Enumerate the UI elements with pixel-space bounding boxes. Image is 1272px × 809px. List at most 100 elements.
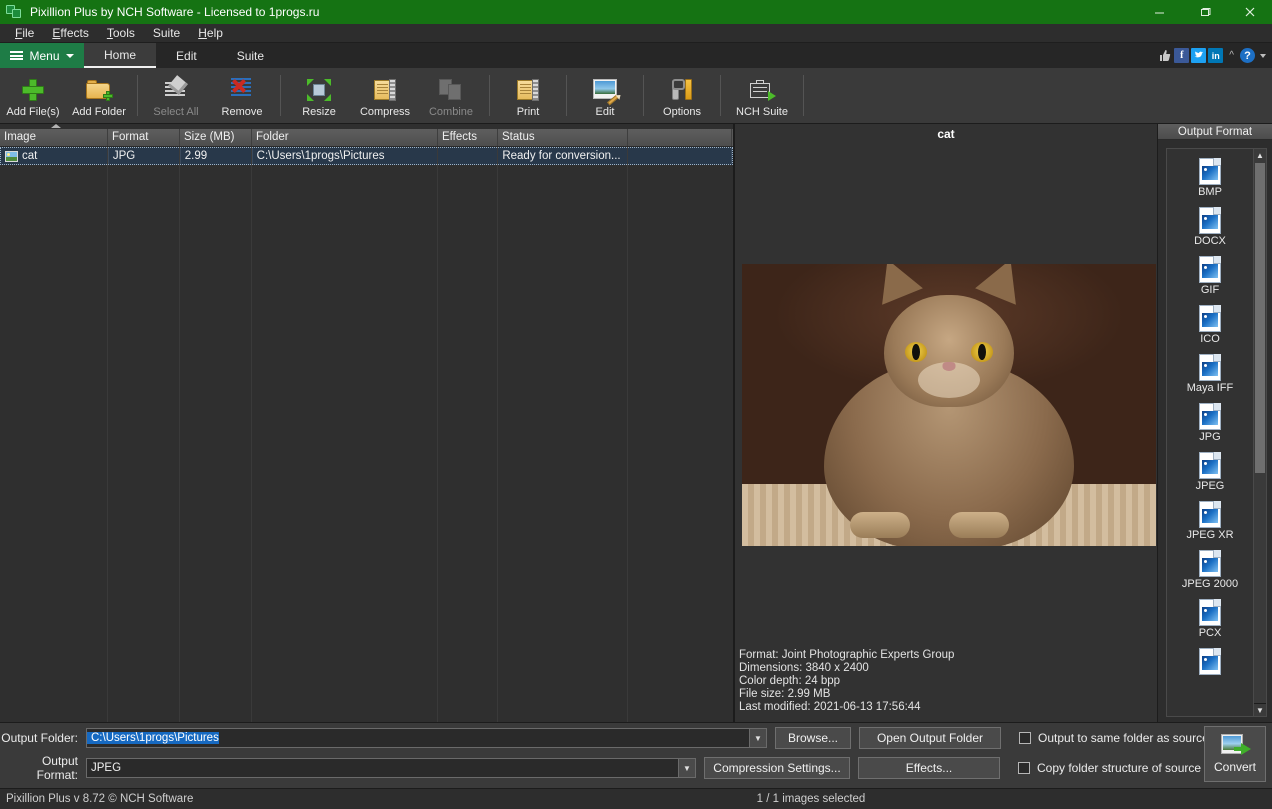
toolbar-separator (720, 75, 721, 116)
column-header-folder[interactable]: Folder (252, 129, 438, 146)
file-image-icon (1199, 207, 1221, 234)
help-icon[interactable]: ? (1240, 48, 1255, 63)
column-header-spacer[interactable] (628, 129, 732, 146)
output-format-item-gif[interactable]: GIF (1167, 251, 1253, 300)
browse-button[interactable]: Browse... (775, 727, 851, 749)
output-format-row: Output Format: JPEG ▼ Compression Settin… (0, 757, 1272, 779)
chevron-down-icon[interactable]: ▼ (749, 729, 766, 747)
select-all-button[interactable]: Select All (143, 68, 209, 123)
help-dropdown-icon[interactable] (1260, 54, 1266, 58)
output-format-value[interactable]: JPEG (87, 762, 121, 774)
bottom-panel: Output Folder: C:\Users\1progs\Pictures … (0, 722, 1272, 788)
file-image-icon (1199, 648, 1221, 675)
chevron-down-icon[interactable]: ▼ (678, 759, 695, 777)
output-folder-combobox[interactable]: C:\Users\1progs\Pictures ▼ (86, 728, 767, 748)
column-header-format[interactable]: Format (108, 129, 180, 146)
chevron-up-icon[interactable]: ^ (1229, 50, 1234, 61)
checkbox-copy-structure[interactable] (1018, 762, 1030, 774)
open-output-folder-button[interactable]: Open Output Folder (859, 727, 1001, 749)
convert-icon (1221, 734, 1249, 756)
output-format-item-jpg[interactable]: JPG (1167, 398, 1253, 447)
toolbar-separator (489, 75, 490, 116)
checkbox-copy-structure-row[interactable]: Copy folder structure of source files (1018, 761, 1226, 775)
social-links: f in ^ ? (1157, 43, 1266, 68)
column-header-size[interactable]: Size (MB) (180, 129, 252, 146)
column-header-status[interactable]: Status (498, 129, 628, 146)
menu-item-suite[interactable]: Suite (144, 24, 189, 43)
combine-button[interactable]: Combine (418, 68, 484, 123)
compression-settings-button[interactable]: Compression Settings... (704, 757, 850, 779)
output-folder-label: Output Folder: (0, 731, 86, 745)
ribbon-tab-strip: Menu Home Edit Suite f in ^ ? (0, 43, 1272, 68)
toolbar-separator (803, 75, 804, 116)
scrollbar-thumb[interactable] (1255, 163, 1265, 473)
remove-button[interactable]: Remove (209, 68, 275, 123)
meta-file-size: File size: 2.99 MB (739, 688, 954, 701)
title-bar: Pixillion Plus by NCH Software - License… (0, 0, 1272, 24)
add-folder-button[interactable]: Add Folder (66, 68, 132, 123)
output-format-item-docx[interactable]: DOCX (1167, 202, 1253, 251)
menu-button[interactable]: Menu (0, 43, 84, 68)
output-format-item-ico[interactable]: ICO (1167, 300, 1253, 349)
facebook-icon[interactable]: f (1174, 48, 1189, 63)
close-icon[interactable] (1227, 0, 1272, 24)
convert-button[interactable]: Convert (1204, 726, 1266, 782)
effects-button[interactable]: Effects... (858, 757, 1000, 779)
add-files-button[interactable]: Add File(s) (0, 68, 66, 123)
menu-button-label: Menu (29, 49, 59, 63)
file-image-icon (1199, 354, 1221, 381)
edit-button[interactable]: Edit (572, 68, 638, 123)
twitter-icon[interactable] (1191, 48, 1206, 63)
nch-suite-button[interactable]: NCH Suite (726, 68, 798, 123)
menu-item-help[interactable]: Help (189, 24, 232, 43)
output-format-item-pcx[interactable]: PCX (1167, 594, 1253, 643)
output-format-item-jpeg-xr[interactable]: JPEG XR (1167, 496, 1253, 545)
menu-item-effects[interactable]: Effects (43, 24, 97, 43)
resize-button[interactable]: Resize (286, 68, 352, 123)
output-format-item-bmp[interactable]: BMP (1167, 153, 1253, 202)
output-format-item-jpeg[interactable]: JPEG (1167, 447, 1253, 496)
tab-suite[interactable]: Suite (217, 43, 284, 68)
options-button[interactable]: Options (649, 68, 715, 123)
file-list-header: Image Format Size (MB) Folder Effects St… (0, 129, 733, 147)
menu-bar: File Effects Tools Suite Help (0, 24, 1272, 43)
output-format-scrollbar[interactable]: ▲ ▼ (1253, 149, 1266, 716)
tab-home[interactable]: Home (84, 43, 156, 68)
meta-dimensions: Dimensions: 3840 x 2400 (739, 662, 954, 675)
print-button[interactable]: Print (495, 68, 561, 123)
select-all-icon (165, 77, 187, 103)
output-format-header: Output Format (1158, 124, 1272, 140)
output-format-combobox[interactable]: JPEG ▼ (86, 758, 696, 778)
minimize-icon[interactable] (1137, 0, 1182, 24)
ribbon-toolbar: Add File(s) Add Folder Select All Remove… (0, 68, 1272, 124)
menu-item-tools[interactable]: Tools (98, 24, 144, 43)
output-format-item-jpeg-2000[interactable]: JPEG 2000 (1167, 545, 1253, 594)
checkbox-same-folder[interactable] (1019, 732, 1031, 744)
column-header-image[interactable]: Image (0, 129, 108, 146)
thumbs-up-icon[interactable] (1157, 48, 1172, 63)
main-content: Image Format Size (MB) Folder Effects St… (0, 124, 1272, 722)
menu-item-file-rest: ile (22, 26, 34, 40)
file-list-panel: Image Format Size (MB) Folder Effects St… (0, 124, 734, 722)
window-controls (1137, 0, 1272, 24)
meta-format: Format: Joint Photographic Experts Group (739, 649, 954, 662)
output-folder-value[interactable]: C:\Users\1progs\Pictures (87, 732, 219, 744)
scroll-down-icon[interactable]: ▼ (1254, 703, 1266, 716)
scroll-up-icon[interactable]: ▲ (1254, 149, 1266, 162)
checkbox-same-folder-row[interactable]: Output to same folder as source files (1019, 731, 1233, 745)
compress-icon (374, 77, 396, 103)
toolbar-separator (137, 75, 138, 116)
compress-button[interactable]: Compress (352, 68, 418, 123)
menu-item-file[interactable]: File (6, 24, 43, 43)
linkedin-icon[interactable]: in (1208, 48, 1223, 63)
toolbar-separator (643, 75, 644, 116)
file-image-icon (1199, 599, 1221, 626)
output-format-items: BMP DOCX GIF ICO (1167, 149, 1253, 716)
remove-icon (231, 77, 253, 103)
restore-icon[interactable] (1182, 0, 1227, 24)
output-format-item-partial[interactable] (1167, 643, 1253, 679)
column-header-effects[interactable]: Effects (438, 129, 498, 146)
application-window: Pixillion Plus by NCH Software - License… (0, 0, 1272, 809)
output-format-item-maya-iff[interactable]: Maya IFF (1167, 349, 1253, 398)
tab-edit[interactable]: Edit (156, 43, 217, 68)
